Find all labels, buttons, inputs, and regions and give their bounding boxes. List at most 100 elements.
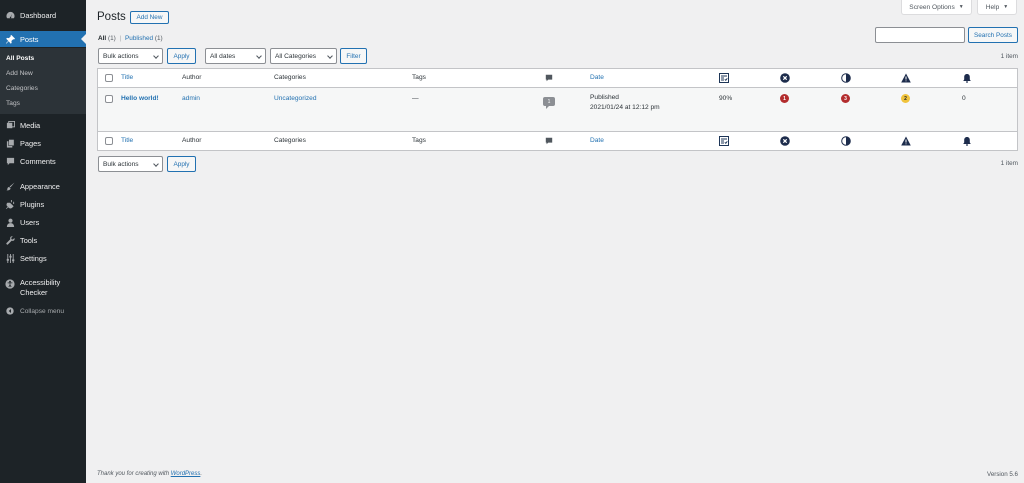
comment-count-bubble[interactable]: 1 — [543, 97, 555, 109]
column-author-bottom: Author — [182, 137, 202, 144]
categories-filter-value: All Categories — [275, 52, 317, 60]
menu-pages-label: Pages — [20, 138, 41, 148]
contrast-icon — [841, 73, 851, 83]
select-all-checkbox-bottom[interactable] — [105, 137, 113, 145]
warning-triangle-icon — [901, 73, 911, 83]
help-label: Help — [985, 3, 1000, 11]
post-title-link[interactable]: Hello world! — [121, 95, 159, 102]
chevron-down-icon — [153, 53, 159, 59]
pages-icon — [5, 138, 15, 148]
select-all-checkbox[interactable] — [105, 74, 113, 82]
screen-options-label: Screen Options — [909, 3, 955, 11]
menu-comments[interactable]: Comments — [0, 153, 86, 169]
submenu-add-new[interactable]: Add New — [6, 70, 33, 77]
submenu-categories[interactable]: Categories — [6, 85, 38, 92]
footer-version: Version 5.6 — [987, 471, 1018, 478]
accessibility-icon — [5, 279, 15, 289]
submenu-all-posts[interactable]: All Posts — [6, 55, 34, 62]
bulk-actions-select-bottom[interactable]: Bulk actions — [98, 156, 163, 172]
posts-submenu: All Posts Add New Categories Tags — [0, 48, 86, 114]
column-author: Author — [182, 74, 202, 81]
add-new-button[interactable]: Add New — [130, 11, 169, 24]
items-count-top: 1 item — [1000, 53, 1018, 60]
post-status-filters: All (1) | Published (1) — [98, 35, 163, 42]
menu-posts[interactable]: Posts — [0, 31, 86, 47]
media-icon — [5, 120, 15, 130]
post-category-link[interactable]: Uncategorized — [274, 95, 317, 102]
filter-all[interactable]: All (1) — [98, 35, 116, 42]
submenu-tags[interactable]: Tags — [6, 100, 20, 107]
menu-appearance-label: Appearance — [20, 181, 60, 191]
caret-down-icon: ▼ — [958, 4, 964, 10]
table-row: Hello world! admin Uncategorized — 1 Pub… — [98, 88, 1017, 131]
filter-button[interactable]: Filter — [340, 48, 367, 64]
table-header: Title Author Categories Tags Date — [98, 69, 1017, 88]
collapse-arrow-icon — [5, 306, 15, 316]
notices-count: 0 — [962, 95, 966, 102]
comments-column-icon[interactable] — [544, 73, 554, 83]
error-x-icon — [780, 73, 790, 83]
column-title-sort[interactable]: Title — [121, 74, 133, 81]
users-icon — [5, 217, 15, 227]
posts-table: Title Author Categories Tags Date Hello … — [97, 68, 1018, 151]
screen-options-tab[interactable]: Screen Options ▼ — [901, 0, 972, 15]
menu-appearance[interactable]: Appearance — [0, 178, 86, 194]
bulk-actions-select-top[interactable]: Bulk actions — [98, 48, 163, 64]
post-tags: — — [412, 95, 419, 102]
menu-tools[interactable]: Tools — [0, 232, 86, 248]
menu-users[interactable]: Users — [0, 214, 86, 230]
plug-icon — [5, 199, 15, 209]
comments-column-icon[interactable] — [544, 136, 554, 146]
bulk-actions-value: Bulk actions — [103, 52, 139, 60]
contrast-errors-badge: 3 — [841, 94, 850, 103]
filter-published[interactable]: Published (1) — [125, 35, 163, 42]
menu-plugins[interactable]: Plugins — [0, 196, 86, 212]
menu-settings-label: Settings — [20, 253, 47, 263]
wordpress-link[interactable]: WordPress — [171, 471, 201, 477]
warnings-badge: 2 — [901, 94, 910, 103]
menu-tools-label: Tools — [20, 235, 38, 245]
admin-sidebar: Dashboard Posts All Posts Add New Catego… — [0, 0, 86, 483]
warning-triangle-icon — [901, 136, 911, 146]
collapse-menu-label: Collapse menu — [20, 307, 64, 315]
table-footer: Title Author Categories Tags Date — [98, 131, 1017, 150]
accessibility-score: 90% — [719, 95, 733, 102]
comments-icon — [5, 156, 15, 166]
menu-users-label: Users — [20, 217, 40, 227]
categories-filter-select[interactable]: All Categories — [270, 48, 337, 64]
menu-media[interactable]: Media — [0, 117, 86, 133]
pushpin-icon — [5, 34, 15, 44]
menu-dashboard[interactable]: Dashboard — [0, 7, 86, 23]
menu-settings[interactable]: Settings — [0, 250, 86, 266]
footer-thanks-text: Thank you for creating with — [97, 471, 171, 477]
column-date-sort[interactable]: Date — [590, 74, 604, 81]
menu-pages[interactable]: Pages — [0, 135, 86, 151]
bell-notice-icon — [962, 73, 972, 83]
collapse-menu-button[interactable]: Collapse menu — [0, 303, 86, 319]
menu-media-label: Media — [20, 120, 41, 130]
post-author-link[interactable]: admin — [182, 95, 200, 102]
row-checkbox[interactable] — [105, 95, 113, 103]
search-posts-button[interactable]: Search Posts — [968, 27, 1018, 43]
chevron-down-icon — [153, 161, 159, 167]
column-date-sort-bottom[interactable]: Date — [590, 137, 604, 144]
menu-dashboard-label: Dashboard — [20, 10, 57, 20]
apply-button-top[interactable]: Apply — [167, 48, 196, 64]
menu-accessibility-checker[interactable]: Accessibility Checker — [0, 278, 86, 302]
menu-accessibility-label-2: Checker — [20, 287, 48, 297]
caret-down-icon: ▼ — [1003, 4, 1009, 10]
wrench-icon — [5, 235, 15, 245]
checklist-score-icon — [719, 136, 729, 146]
dates-filter-select[interactable]: All dates — [205, 48, 266, 64]
search-posts-input[interactable] — [875, 27, 965, 43]
column-tags: Tags — [412, 74, 426, 81]
current-menu-arrow — [81, 34, 86, 44]
chevron-down-icon — [327, 53, 333, 59]
column-title-sort-bottom[interactable]: Title — [121, 137, 133, 144]
paintbrush-icon — [5, 181, 15, 191]
column-categories-bottom: Categories — [274, 137, 306, 144]
help-tab[interactable]: Help ▼ — [977, 0, 1017, 15]
apply-button-bottom[interactable]: Apply — [167, 156, 196, 172]
menu-accessibility-label-1: Accessibility — [20, 278, 61, 287]
menu-plugins-label: Plugins — [20, 199, 45, 209]
